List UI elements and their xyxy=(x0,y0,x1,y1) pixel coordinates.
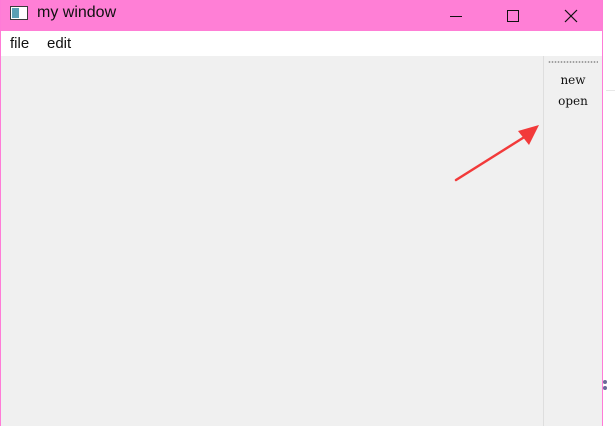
main-window: my window file edit new open xyxy=(0,0,603,426)
minimize-icon xyxy=(450,15,462,17)
window-title: my window xyxy=(37,4,117,21)
maximize-button[interactable] xyxy=(490,0,536,31)
tool-bar: new open xyxy=(543,56,602,426)
menu-bar: file edit xyxy=(1,31,602,56)
toolbar-grip-handle[interactable] xyxy=(548,61,598,63)
minimize-button[interactable] xyxy=(433,0,479,31)
close-button[interactable] xyxy=(548,0,594,31)
maximize-icon xyxy=(507,9,519,22)
menu-file[interactable]: file xyxy=(10,35,29,53)
app-window-icon[interactable] xyxy=(10,6,28,20)
menu-edit[interactable]: edit xyxy=(47,35,71,53)
close-icon xyxy=(564,9,578,22)
central-area xyxy=(1,56,543,426)
app-icon-pane xyxy=(12,8,19,18)
title-bar[interactable]: my window xyxy=(1,0,602,31)
toolbar-open-button[interactable]: open xyxy=(550,91,596,111)
toolbar-new-button[interactable]: new xyxy=(550,70,596,90)
overflow-dots-icon xyxy=(602,380,608,394)
background-divider xyxy=(606,90,615,91)
